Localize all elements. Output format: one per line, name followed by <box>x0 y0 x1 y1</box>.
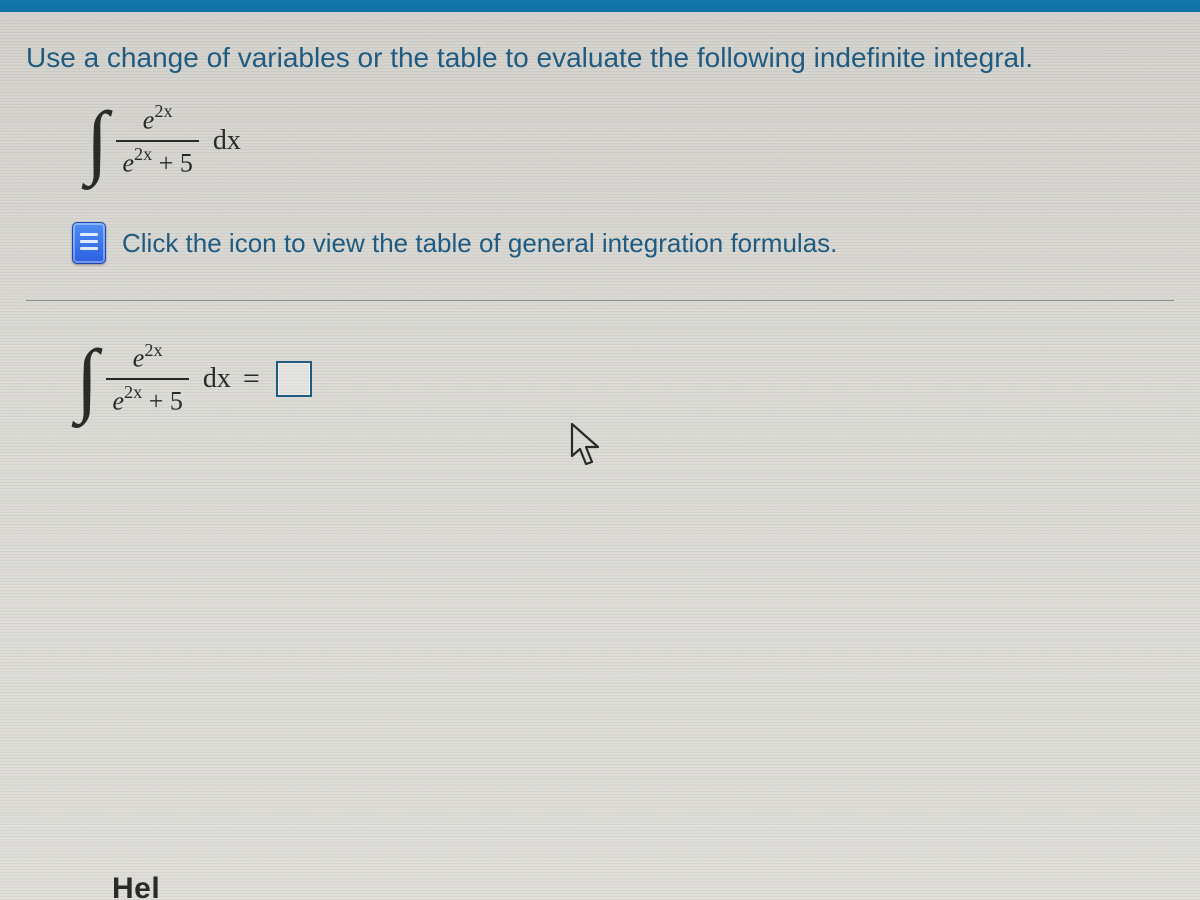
section-divider <box>26 300 1174 301</box>
numerator-exponent: 2x <box>154 101 172 121</box>
denominator-base: e <box>112 387 124 416</box>
denominator-base: e <box>122 148 134 177</box>
question-panel: Use a change of variables or the table t… <box>0 12 1200 900</box>
answer-expression: ∫ e2x e2x + 5 dx = <box>76 341 1174 416</box>
cursor-icon <box>568 422 608 470</box>
answer-row: ∫ e2x e2x + 5 dx = <box>26 341 1174 416</box>
footer-fragment: Hel <box>112 872 160 900</box>
numerator-exponent: 2x <box>144 340 162 360</box>
fraction: e2x e2x + 5 <box>106 341 188 416</box>
answer-input[interactable] <box>276 361 312 397</box>
numerator-base: e <box>143 106 155 135</box>
fraction: e2x e2x + 5 <box>116 103 198 178</box>
question-prompt: Use a change of variables or the table t… <box>26 40 1174 75</box>
fraction-bar <box>106 378 188 380</box>
differential: dx <box>213 125 241 157</box>
denominator-exponent: 2x <box>124 382 142 402</box>
document-icon[interactable] <box>72 222 106 264</box>
integral-symbol-icon: ∫ <box>76 346 98 412</box>
numerator-base: e <box>133 344 145 373</box>
fraction-bar <box>116 140 198 142</box>
fraction-numerator: e2x <box>137 103 179 136</box>
fraction-numerator: e2x <box>127 341 169 374</box>
fraction-denominator: e2x + 5 <box>116 146 198 179</box>
reference-link[interactable]: Click the icon to view the table of gene… <box>122 228 837 259</box>
integral-expression: ∫ e2x e2x + 5 dx <box>86 103 1174 178</box>
denominator-tail: + 5 <box>142 387 183 416</box>
denominator-exponent: 2x <box>134 144 152 164</box>
equals-sign: = <box>243 362 260 396</box>
reference-link-row: Click the icon to view the table of gene… <box>72 222 1174 264</box>
fraction-denominator: e2x + 5 <box>106 384 188 417</box>
denominator-tail: + 5 <box>152 148 193 177</box>
window-titlebar <box>0 0 1200 12</box>
integral-symbol-icon: ∫ <box>86 108 108 174</box>
differential: dx <box>203 363 231 395</box>
